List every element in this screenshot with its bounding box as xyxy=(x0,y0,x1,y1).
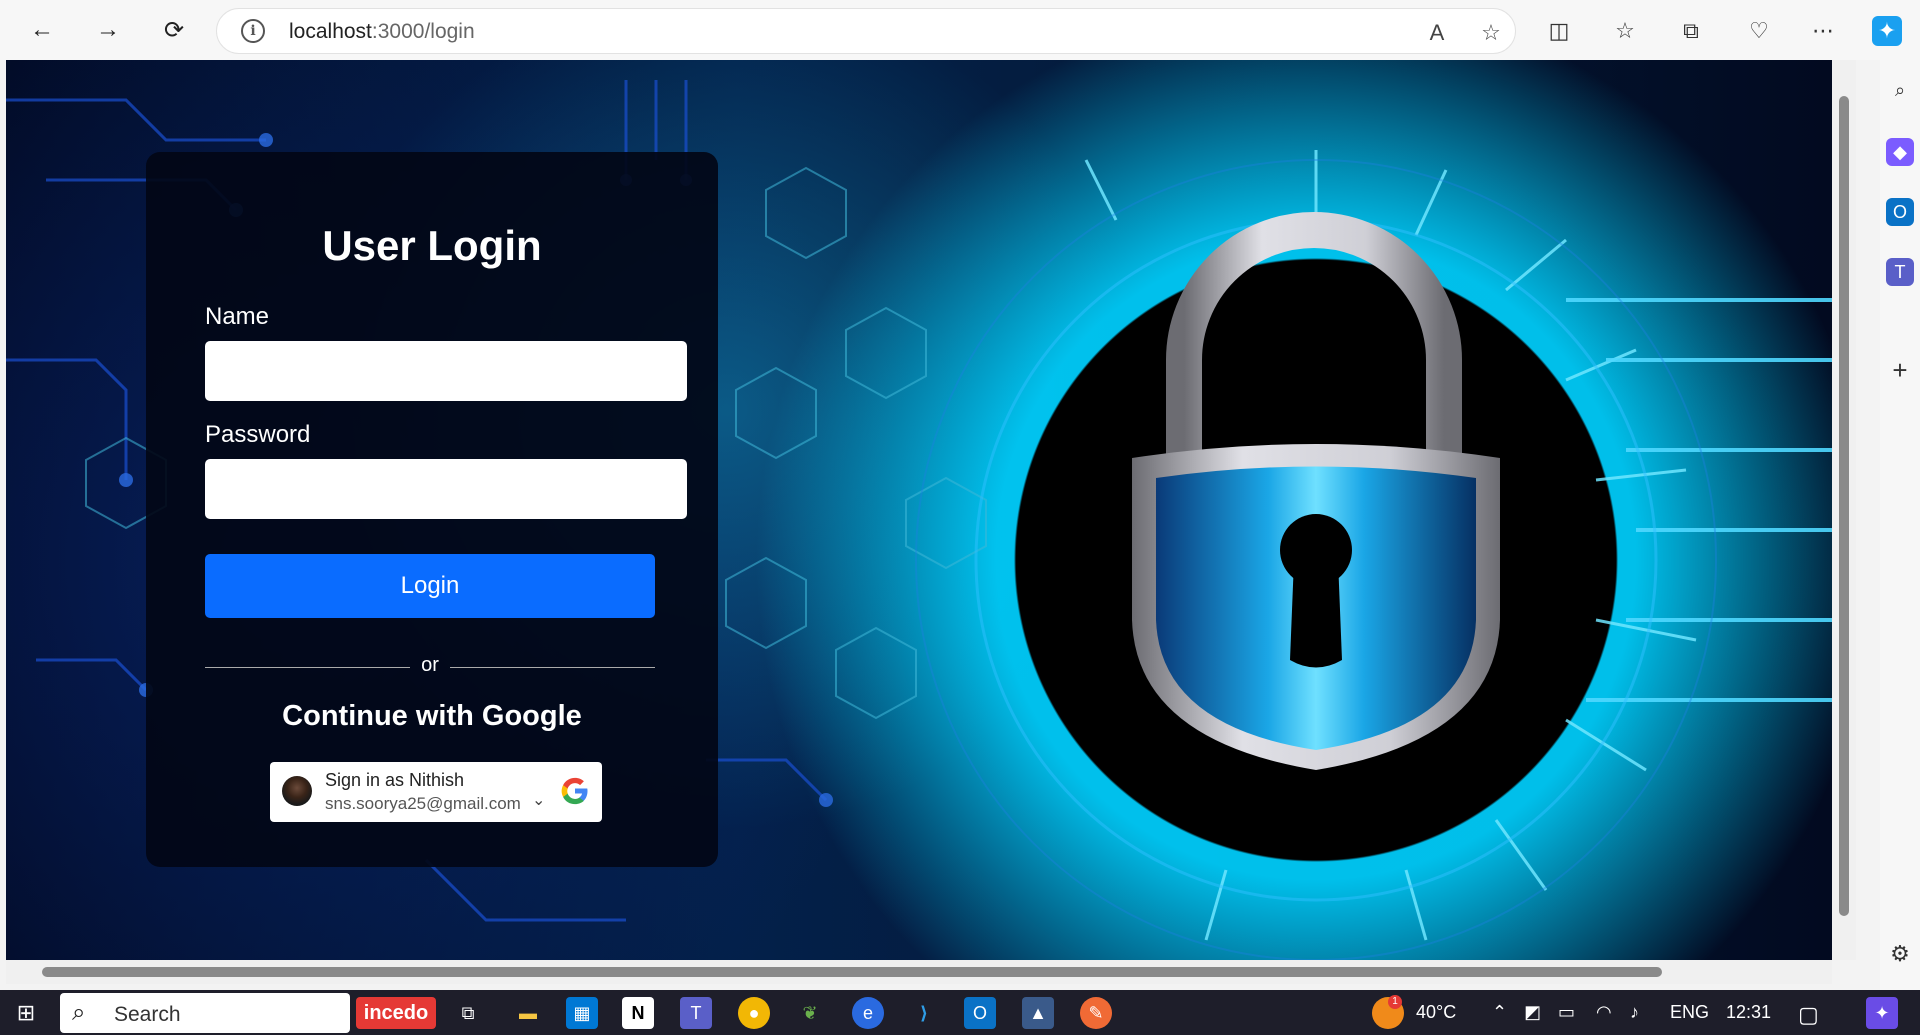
browser-sidebar: ⌕ ◆ O T + ⚙ xyxy=(1880,60,1920,990)
file-explorer-icon[interactable]: ▬ xyxy=(512,997,544,1029)
weather-icon[interactable]: 1 xyxy=(1372,995,1404,1029)
volume-icon[interactable]: ♪ xyxy=(1630,1002,1639,1023)
address-bar[interactable]: i localhost:3000/login A ☆ xyxy=(216,8,1516,54)
url-text[interactable]: localhost:3000/login xyxy=(289,20,475,44)
taskbar-search[interactable]: ⌕ Search xyxy=(60,993,350,1033)
task-view-icon[interactable]: ⧉ xyxy=(452,997,484,1029)
battery-icon[interactable]: ▭ xyxy=(1558,1002,1575,1023)
edge-icon[interactable]: e xyxy=(852,997,884,1029)
name-label: Name xyxy=(205,303,270,330)
favorite-star-icon[interactable]: ☆ xyxy=(1477,19,1505,47)
info-icon[interactable]: i xyxy=(241,19,265,43)
chrome-icon[interactable]: ● xyxy=(738,997,770,1029)
teams-icon[interactable]: T xyxy=(1886,258,1914,286)
chevron-up-icon[interactable]: ⌃ xyxy=(1492,1002,1507,1023)
taskbar: ⊞ ⌕ Search incedo ⧉ ▬ ▦ N T ● ❦ e ⟩ O ▲ … xyxy=(0,990,1920,1035)
add-icon[interactable]: + xyxy=(1886,356,1914,384)
horizontal-scrollbar[interactable] xyxy=(6,960,1832,984)
language[interactable]: ENG xyxy=(1670,1002,1709,1023)
notion-icon[interactable]: N xyxy=(622,997,654,1029)
app-icon[interactable]: ▲ xyxy=(1022,997,1054,1029)
postman-icon[interactable]: ✎ xyxy=(1080,997,1112,1029)
clock-time[interactable]: 12:31 xyxy=(1726,1002,1771,1023)
favorites-icon[interactable]: ☆ xyxy=(1610,16,1640,46)
google-sign-in-button[interactable]: Sign in as Nithish sns.soorya25@gmail.co… xyxy=(270,762,602,822)
horizontal-scroll-thumb[interactable] xyxy=(42,967,1662,977)
copilot-taskbar-icon[interactable]: ✦ xyxy=(1866,997,1898,1029)
refresh-icon[interactable]: ⟳ xyxy=(156,12,192,48)
settings-gear-icon[interactable]: ⚙ xyxy=(1886,940,1914,968)
wifi-icon[interactable]: ◠ xyxy=(1596,1002,1612,1023)
login-button[interactable]: Login xyxy=(205,554,655,618)
url-host: localhost xyxy=(289,20,372,43)
google-account-name: Sign in as Nithish xyxy=(325,770,465,790)
notification-icon[interactable]: ▢ xyxy=(1798,1002,1819,1028)
split-screen-icon[interactable]: ◫ xyxy=(1544,16,1574,46)
google-account-email: sns.soorya25@gmail.com xyxy=(325,794,521,813)
collections-icon[interactable]: ⧉ xyxy=(1676,16,1706,46)
outlook-taskbar-icon[interactable]: O xyxy=(964,997,996,1029)
divider-line-right xyxy=(450,667,655,668)
outlook-icon[interactable]: O xyxy=(1886,198,1914,226)
copilot-icon[interactable]: ✦ xyxy=(1872,16,1902,46)
spring-tool-icon[interactable]: ❦ xyxy=(794,997,826,1029)
name-input[interactable] xyxy=(205,341,687,401)
search-icon: ⌕ xyxy=(72,999,86,1026)
browser-essentials-icon[interactable]: ♡ xyxy=(1744,16,1774,46)
or-text: or xyxy=(421,654,439,676)
google-logo-icon xyxy=(561,777,588,805)
google-title: Continue with Google xyxy=(282,700,582,732)
teams-taskbar-icon[interactable]: T xyxy=(680,997,712,1029)
windows-start-icon[interactable]: ⊞ xyxy=(10,997,42,1029)
page-title: User Login xyxy=(322,222,542,269)
vertical-scrollbar[interactable] xyxy=(1832,60,1856,960)
store-icon[interactable]: ▦ xyxy=(566,997,598,1029)
vertical-scroll-thumb[interactable] xyxy=(1839,96,1849,916)
avatar xyxy=(282,776,312,806)
browser-toolbar: ← → ⟳ i localhost:3000/login A ☆ ◫ ☆ ⧉ ♡… xyxy=(0,0,1920,60)
password-label: Password xyxy=(205,421,311,448)
read-aloud-icon[interactable]: A xyxy=(1423,19,1451,47)
or-divider: or xyxy=(205,654,655,680)
login-card: User Login Name Password Login or Contin… xyxy=(146,152,718,867)
temperature[interactable]: 40°C xyxy=(1416,1002,1456,1023)
page-viewport: User Login Name Password Login or Contin… xyxy=(6,60,1832,960)
tray-app-icon[interactable]: ◩ xyxy=(1524,1002,1541,1023)
password-input[interactable] xyxy=(205,459,687,519)
copilot-sidebar-icon[interactable]: ◆ xyxy=(1886,138,1914,166)
search-icon[interactable]: ⌕ xyxy=(1886,76,1914,104)
chevron-down-icon[interactable]: ⌄ xyxy=(532,790,545,810)
back-icon[interactable]: ← xyxy=(24,12,60,48)
search-label: Search xyxy=(114,1003,181,1026)
incedo-brand[interactable]: incedo xyxy=(356,997,436,1029)
more-menu-icon[interactable]: ⋯ xyxy=(1808,16,1838,46)
vscode-icon[interactable]: ⟩ xyxy=(908,997,940,1029)
forward-icon[interactable]: → xyxy=(90,12,126,48)
url-path: :3000/login xyxy=(371,20,475,43)
notification-badge: 1 xyxy=(1388,995,1402,1009)
